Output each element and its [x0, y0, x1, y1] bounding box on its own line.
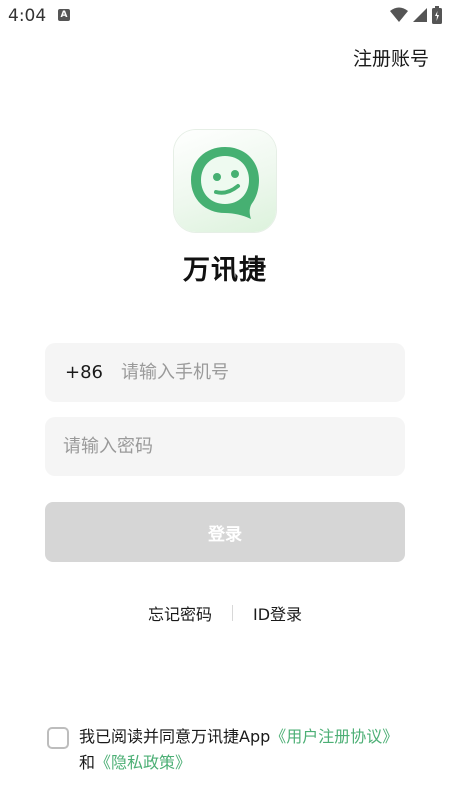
login-screen: 4:04 A 注册账号 万讯捷 +86 请输入手机号 登录 忘记密码 ID登录 … [0, 0, 450, 800]
agreement: 我已阅读并同意万讯捷App《用户注册协议》和《隐私政策》 [47, 724, 407, 776]
status-time: 4:04 [8, 6, 47, 26]
agreement-checkbox[interactable] [47, 727, 69, 749]
agreement-and: 和 [79, 753, 96, 772]
smile-chat-bubble-icon [191, 147, 259, 219]
password-field[interactable] [45, 416, 405, 477]
forgot-password-link[interactable]: 忘记密码 [148, 601, 212, 625]
link-divider [231, 605, 233, 621]
notification-icon: A [58, 9, 70, 21]
agreement-prefix: 我已阅读并同意万讯捷App [79, 727, 271, 746]
id-login-link[interactable]: ID登录 [253, 601, 302, 625]
register-account-link[interactable]: 注册账号 [353, 44, 429, 71]
user-agreement-link[interactable]: 《用户注册协议》 [270, 727, 398, 746]
auth-links: 忘记密码 ID登录 [0, 600, 450, 626]
agreement-text: 我已阅读并同意万讯捷App《用户注册协议》和《隐私政策》 [79, 724, 399, 776]
app-logo [174, 130, 276, 232]
status-icons [390, 6, 442, 24]
status-bar: 4:04 A [0, 0, 450, 32]
phone-input[interactable] [119, 342, 405, 403]
app-name: 万讯捷 [183, 255, 267, 286]
privacy-policy-link[interactable]: 《隐私政策》 [95, 753, 191, 772]
password-input[interactable] [61, 416, 405, 477]
signal-icon [413, 8, 427, 22]
login-button[interactable]: 登录 [45, 502, 405, 562]
phone-field[interactable]: +86 [45, 342, 405, 403]
wifi-icon [390, 7, 408, 22]
country-code[interactable]: +86 [65, 362, 119, 383]
battery-icon [432, 6, 442, 24]
